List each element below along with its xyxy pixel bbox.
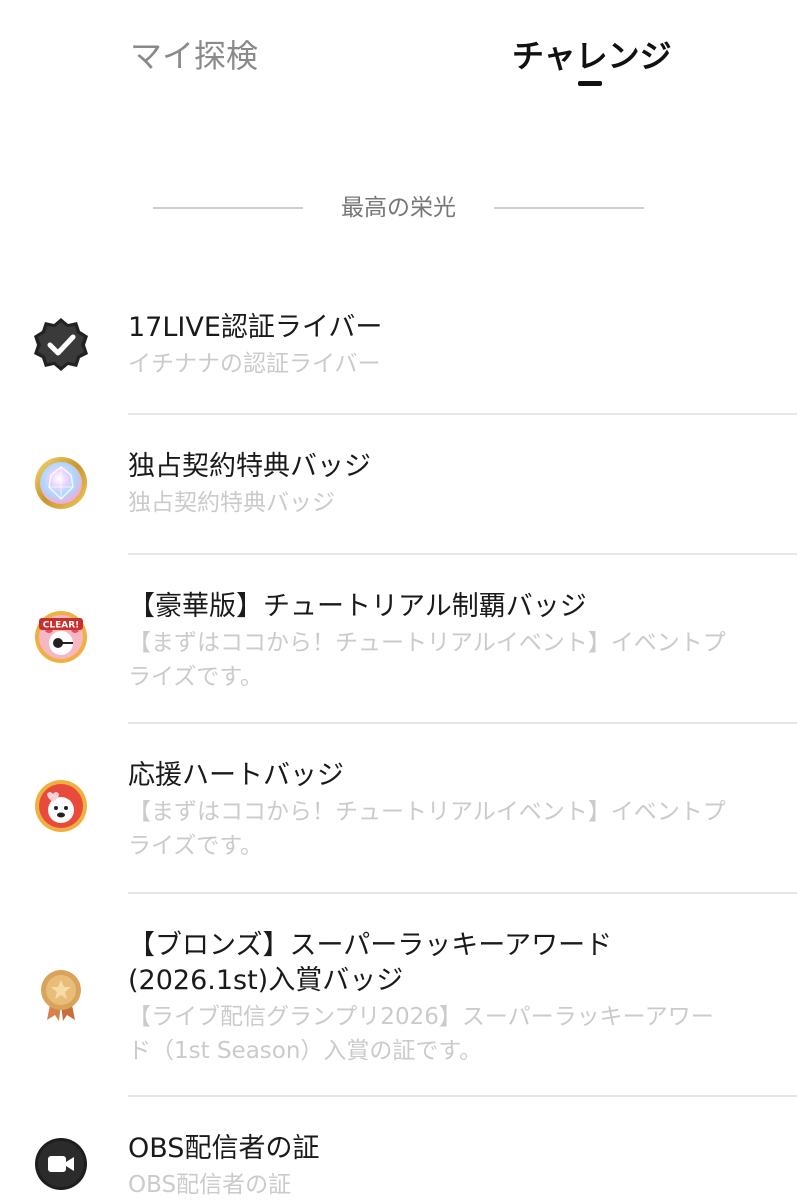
heart-badge-icon [33,778,89,834]
clear-badge-label: CLEAR! [43,621,80,631]
badge-description: 独占契約特典バッジ [128,490,335,516]
badge-text: 【豪華版】チュートリアル制覇バッジ 【まずはココから！チュートリアルイベント】イ… [128,589,728,694]
badge-description: 【まずはココから！チュートリアルイベント】イベントプライズです。 [128,799,726,859]
badge-title: 【豪華版】チュートリアル制覇バッジ [128,591,587,622]
tab-challenge[interactable]: チャレンジ [512,34,672,78]
badge-page: マイ探検 チャレンジ 最高の栄光 17LIVE認証ライバー イチナナの認証ライバ… [0,0,797,1200]
badge-description: OBS配信者の証 [128,1172,292,1198]
badge-item[interactable]: 独占契約特典バッジ 独占契約特典バッジ [0,415,797,554]
badge-text: 独占契約特典バッジ 独占契約特典バッジ [128,449,728,520]
badge-text: 17LIVE認証ライバー イチナナの認証ライバー [128,310,728,381]
active-tab-indicator [578,81,602,86]
badge-title: 17LIVE認証ライバー [128,312,383,343]
section-rule-right [494,207,644,209]
badge-text: 【ブロンズ】スーパーラッキーアワード(2026.1st)入賞バッジ 【ライブ配信… [128,928,728,1068]
badge-title: 応援ハートバッジ [128,760,344,791]
section-header: 最高の栄光 [0,190,797,226]
badge-title: 【ブロンズ】スーパーラッキーアワード(2026.1st)入賞バッジ [128,930,613,996]
badge-item[interactable]: CLEAR! 【豪華版】チュートリアル制覇バッジ 【まずはココから！チュートリア… [0,555,797,723]
badge-title: 独占契約特典バッジ [128,451,371,482]
badge-item[interactable]: 【ブロンズ】スーパーラッキーアワード(2026.1st)入賞バッジ 【ライブ配信… [0,894,797,1096]
section-title: 最高の栄光 [341,195,456,221]
badge-item[interactable]: 17LIVE認証ライバー イチナナの認証ライバー [0,272,797,414]
clear-badge-icon: CLEAR! [33,609,89,665]
tab-bar: マイ探検 チャレンジ [0,0,797,110]
tab-my-exploration[interactable]: マイ探検 [130,34,258,78]
badge-item[interactable]: 応援ハートバッジ 【まずはココから！チュートリアルイベント】イベントプライズです… [0,724,797,892]
badge-text: OBS配信者の証 OBS配信者の証 [128,1131,728,1200]
bronze-medal-icon [33,966,89,1022]
badge-description: 【ライブ配信グランプリ2026】スーパーラッキーアワード（1st Season）… [128,1004,714,1064]
badge-item[interactable]: OBS配信者の証 OBS配信者の証 [0,1097,797,1200]
badge-description: イチナナの認証ライバー [128,351,381,377]
crystal-badge-icon [33,455,89,511]
verified-badge-icon [33,316,89,372]
section-rule-left [153,207,303,209]
badge-title: OBS配信者の証 [128,1133,320,1164]
badge-text: 応援ハートバッジ 【まずはココから！チュートリアルイベント】イベントプライズです… [128,758,728,863]
video-camera-icon [33,1136,89,1192]
badge-description: 【まずはココから！チュートリアルイベント】イベントプライズです。 [128,630,726,690]
